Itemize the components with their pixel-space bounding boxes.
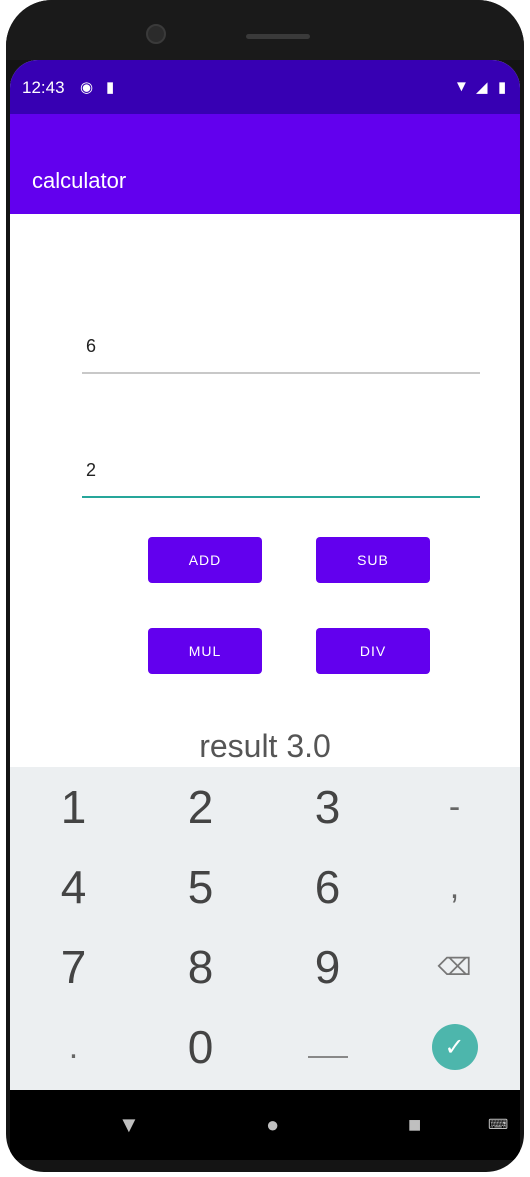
key-8[interactable]: 8 xyxy=(137,927,264,1007)
key-0[interactable]: 0 xyxy=(137,1007,264,1087)
done-icon: ✓ xyxy=(431,1024,478,1070)
backspace-key[interactable]: ⌫ xyxy=(391,927,518,1007)
status-bar: 12:43 ◉ ▮ ▼ ◢ ▮ xyxy=(10,60,520,114)
numeric-keyboard: 1 2 3 - 4 5 6 , 7 8 9 ⌫ . 0 ✓ xyxy=(10,767,520,1090)
app-title: calculator xyxy=(32,168,127,193)
key-5[interactable]: 5 xyxy=(137,847,264,927)
key-decimal[interactable]: . xyxy=(10,1007,137,1087)
front-camera xyxy=(146,24,166,44)
second-number-underline xyxy=(82,496,480,498)
key-1[interactable]: 1 xyxy=(10,767,137,847)
first-number-underline xyxy=(82,372,480,374)
keyboard-switch-icon[interactable]: ⌨ xyxy=(488,1116,508,1133)
done-key[interactable]: ✓ xyxy=(391,1007,518,1087)
mul-button[interactable]: MUL xyxy=(148,628,262,674)
wifi-icon: ▼ xyxy=(454,78,469,95)
space-bar-icon xyxy=(307,1056,348,1058)
key-6[interactable]: 6 xyxy=(264,847,391,927)
recents-icon[interactable]: ■ xyxy=(408,1112,421,1138)
second-number-field[interactable] xyxy=(82,450,488,498)
key-comma[interactable]: , xyxy=(391,847,518,927)
first-number-field[interactable] xyxy=(82,326,488,374)
sync-icon: ◉ xyxy=(80,79,94,96)
sd-card-icon: ▮ xyxy=(106,79,115,96)
phone-top-bezel xyxy=(6,0,524,60)
status-time: 12:43 xyxy=(22,78,65,97)
signal-icon: ◢ xyxy=(476,79,488,96)
key-2[interactable]: 2 xyxy=(137,767,264,847)
backspace-icon: ⌫ xyxy=(437,953,472,981)
div-button[interactable]: DIV xyxy=(316,628,430,674)
home-icon[interactable]: ● xyxy=(266,1112,279,1138)
screen: 12:43 ◉ ▮ ▼ ◢ ▮ calculator ADD SUB MUL D… xyxy=(10,60,520,1090)
result-text: result 3.0 xyxy=(199,728,331,764)
key-minus[interactable]: - xyxy=(391,767,518,847)
key-7[interactable]: 7 xyxy=(10,927,137,1007)
key-4[interactable]: 4 xyxy=(10,847,137,927)
space-key[interactable] xyxy=(264,1007,391,1087)
key-3[interactable]: 3 xyxy=(264,767,391,847)
app-bar: calculator xyxy=(10,114,520,214)
sub-button[interactable]: SUB xyxy=(316,537,430,583)
back-icon[interactable]: ▼ xyxy=(118,1112,140,1138)
first-number-input[interactable] xyxy=(82,326,488,366)
second-number-input[interactable] xyxy=(82,450,488,490)
phone-frame: 12:43 ◉ ▮ ▼ ◢ ▮ calculator ADD SUB MUL D… xyxy=(6,0,524,1172)
add-button[interactable]: ADD xyxy=(148,537,262,583)
earpiece-speaker xyxy=(246,34,310,39)
battery-icon: ▮ xyxy=(498,79,507,96)
key-9[interactable]: 9 xyxy=(264,927,391,1007)
navigation-bar: ▼ ● ■ ⌨ xyxy=(10,1090,520,1160)
